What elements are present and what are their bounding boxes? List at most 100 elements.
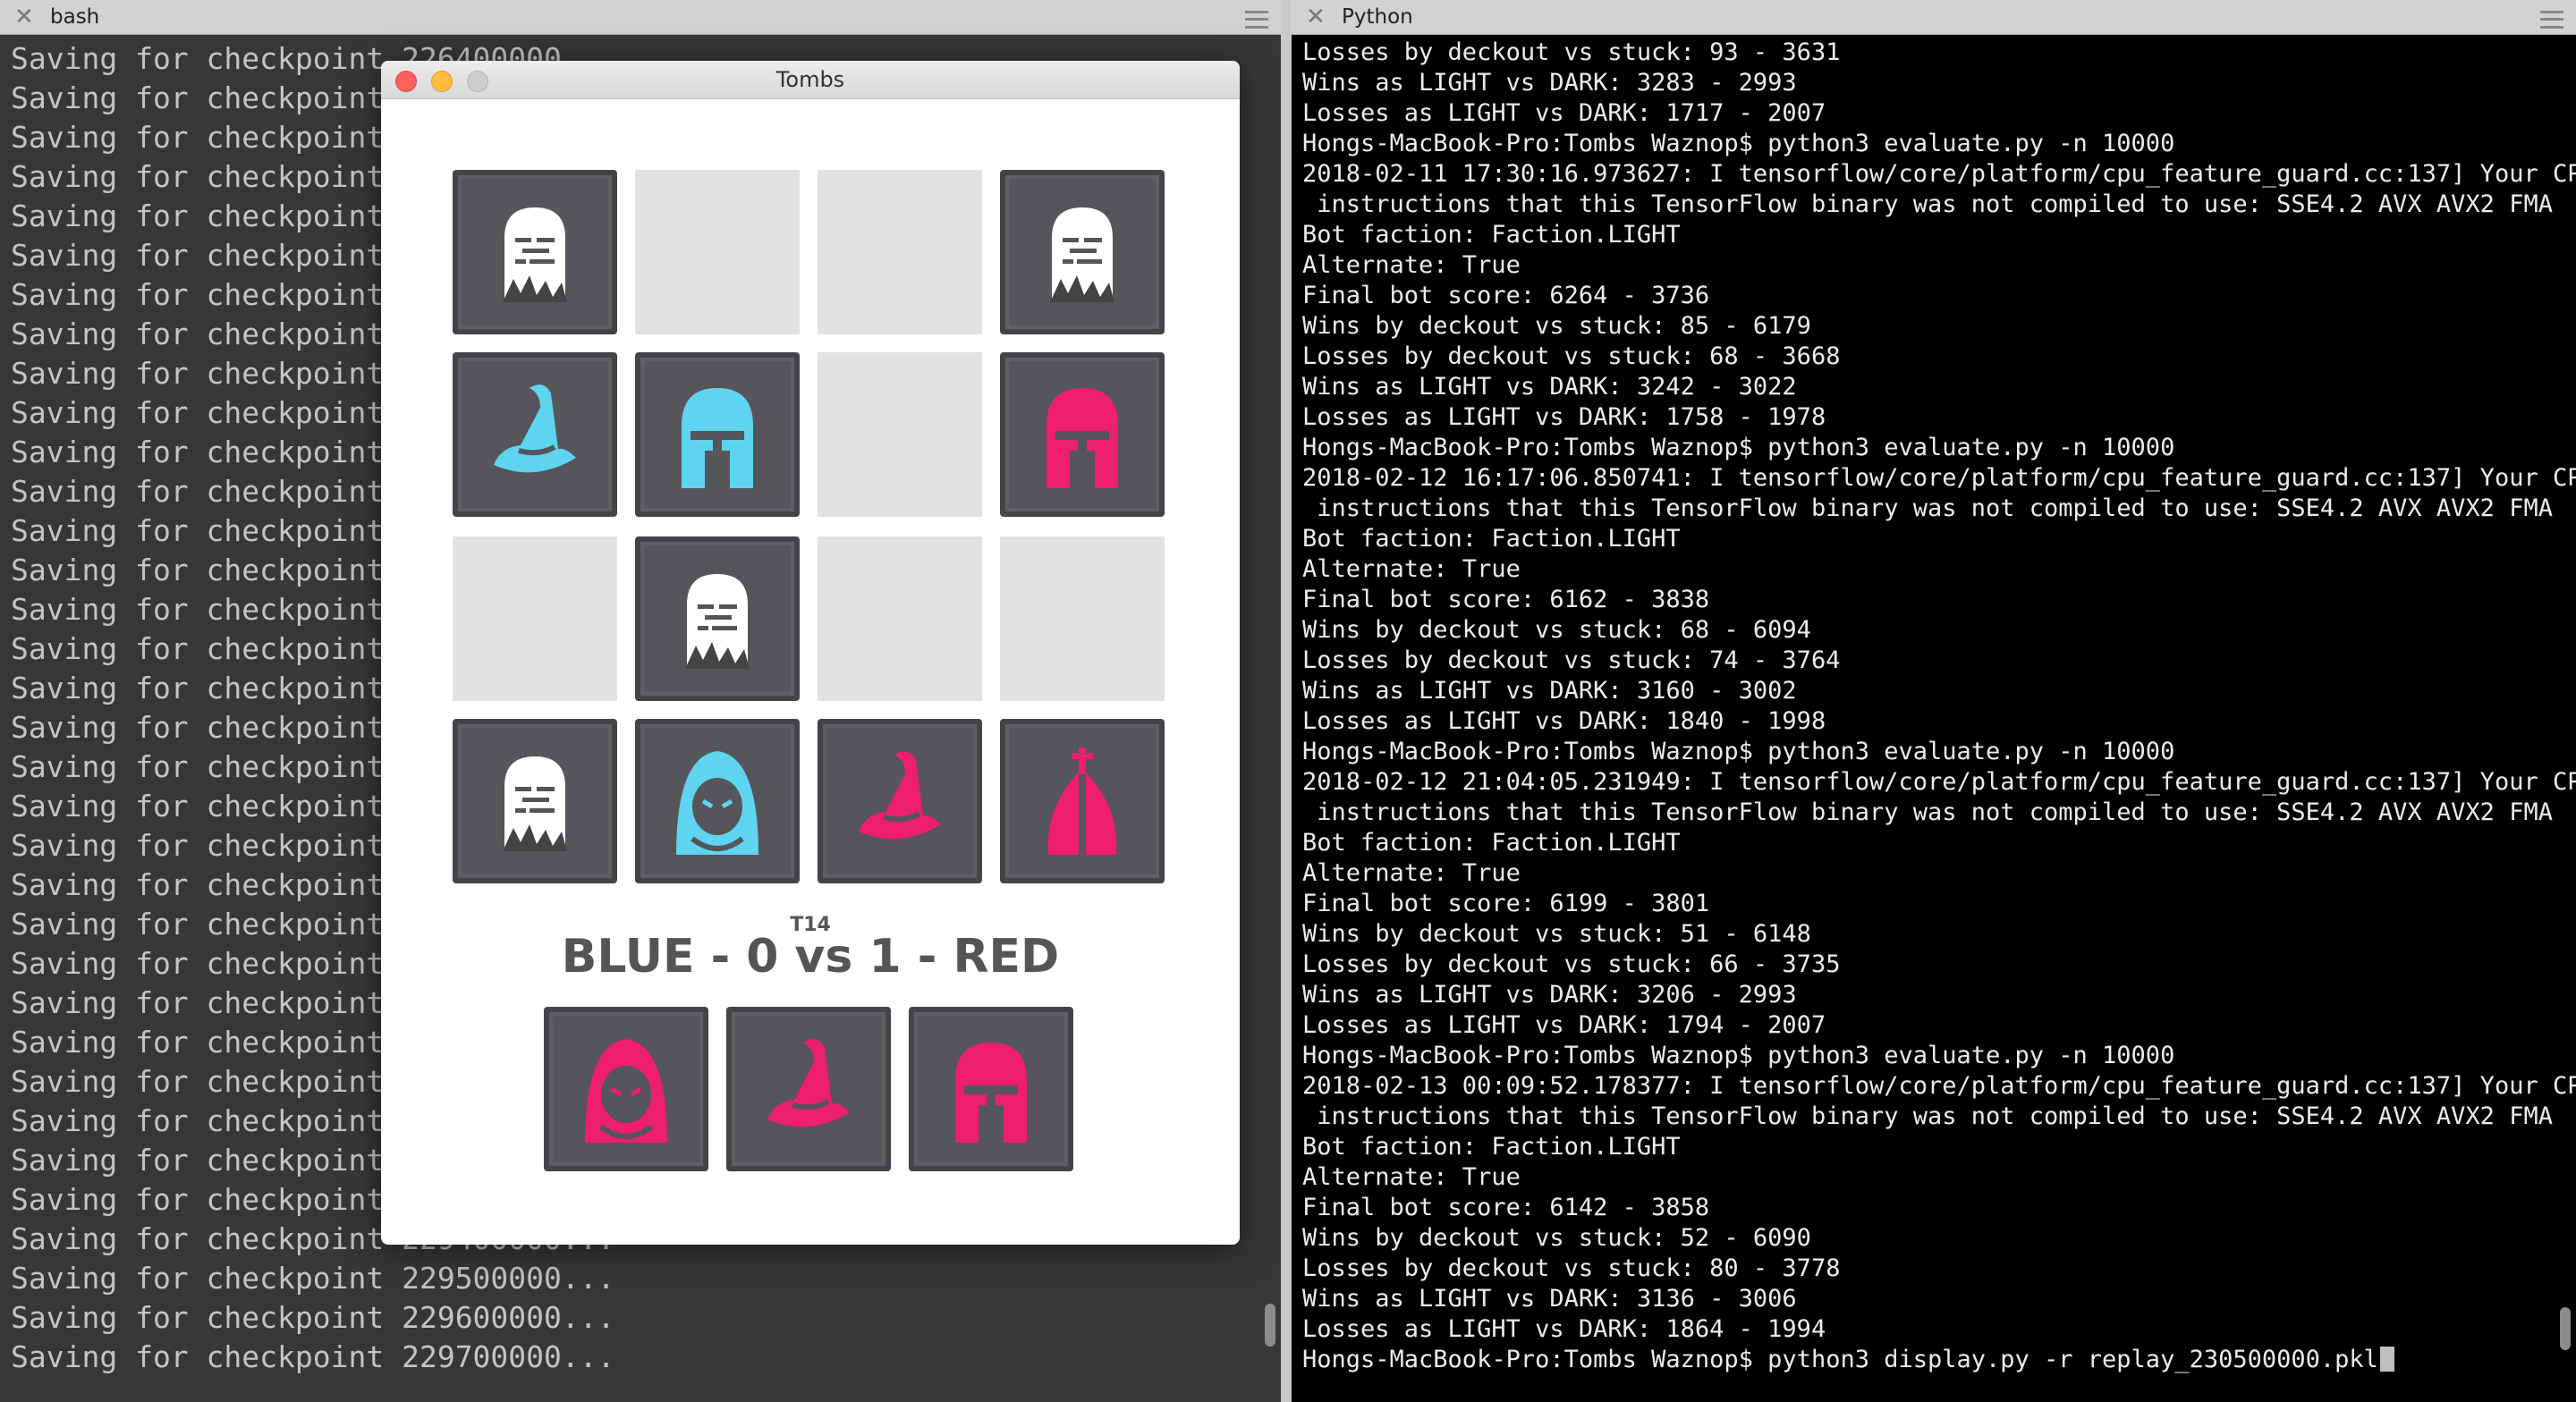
python-output-line: Losses by deckout vs stuck: 93 - 3631 [1302, 38, 1841, 66]
bash-output-line: Saving for checkpoint 229500000... [11, 1261, 615, 1296]
bash-tab-title[interactable]: bash [50, 0, 99, 34]
python-output-line: Bot faction: Faction.LIGHT [1302, 1133, 1681, 1161]
python-output-line: Wins by deckout vs stuck: 68 - 6094 [1302, 616, 1811, 644]
python-output-line: Alternate: True [1302, 1163, 1521, 1191]
board-cell-empty[interactable] [818, 170, 982, 334]
bash-scrollbar[interactable] [1265, 1304, 1275, 1347]
python-output-line: Wins as LIGHT vs DARK: 3136 - 3006 [1302, 1285, 1797, 1313]
zoom-window-button[interactable] [467, 71, 488, 92]
python-output-line: Final bot score: 6142 - 3858 [1302, 1194, 1710, 1221]
blue-wizard-hat-icon [494, 384, 576, 473]
close-window-button[interactable] [395, 71, 417, 92]
python-output-line: instructions that this TensorFlow binary… [1302, 494, 2553, 522]
board-cell-empty[interactable] [635, 170, 800, 334]
red-wizard-hat-icon [859, 751, 941, 840]
board-cell-empty[interactable] [818, 352, 982, 517]
python-output-line: 2018-02-11 17:30:16.973627: I tensorflow… [1302, 160, 2576, 188]
python-output-line: Alternate: True [1302, 251, 1521, 279]
python-output-line: Hongs-MacBook-Pro:Tombs Waznop$ python3 … [1302, 1042, 2175, 1069]
tombstone-icon [1050, 207, 1114, 302]
game-titlebar[interactable]: Tombs [381, 61, 1240, 99]
tombs-game-window[interactable]: Tombs T14 BLUE - 0 vs 1 - RED [381, 61, 1240, 1245]
board-cell-empty[interactable] [1000, 536, 1165, 701]
python-output-line: Wins by deckout vs stuck: 52 - 6090 [1302, 1224, 1811, 1252]
tombstone-icon [503, 756, 567, 851]
python-output-line: Losses as LIGHT vs DARK: 1717 - 2007 [1302, 99, 1826, 127]
python-output-line: Losses by deckout vs stuck: 80 - 3778 [1302, 1254, 1841, 1282]
python-output-line: Hongs-MacBook-Pro:Tombs Waznop$ python3 … [1302, 738, 2175, 765]
terminal-cursor [2379, 1347, 2394, 1372]
board-cell-piece[interactable] [1000, 719, 1165, 883]
bash-output-line: Saving for checkpoint 229600000... [11, 1300, 615, 1335]
python-output-line: Bot faction: Faction.LIGHT [1302, 525, 1681, 553]
python-output-line: Losses by deckout vs stuck: 66 - 3735 [1302, 950, 1841, 978]
python-output-line: Losses by deckout vs stuck: 68 - 3668 [1302, 342, 1841, 370]
python-output-line: instructions that this TensorFlow binary… [1302, 798, 2553, 826]
board-cell-piece[interactable] [1000, 170, 1165, 334]
python-output-line: Wins by deckout vs stuck: 85 - 6179 [1302, 312, 1811, 340]
tombstone-icon [503, 207, 567, 302]
hamburger-menu-icon[interactable] [1245, 11, 1268, 29]
blue-hood-icon [676, 751, 758, 855]
board-cell-piece[interactable] [635, 352, 800, 517]
python-output-line: Hongs-MacBook-Pro:Tombs Waznop$ python3 … [1302, 1345, 2576, 1375]
python-output-line: Losses as LIGHT vs DARK: 1758 - 1978 [1302, 403, 1826, 431]
tombstone-icon [685, 574, 750, 669]
board-cell-piece[interactable] [453, 352, 617, 517]
python-tab-bar: ✕ Python [1292, 0, 2576, 35]
python-output-line: Bot faction: Faction.LIGHT [1302, 221, 1681, 249]
python-output-line: Wins as LIGHT vs DARK: 3206 - 2993 [1302, 981, 1797, 1009]
hand-card[interactable] [909, 1007, 1073, 1171]
game-window-title: Tombs [775, 67, 845, 92]
python-output-line: Losses as LIGHT vs DARK: 1794 - 2007 [1302, 1011, 1826, 1039]
python-output-line: Wins as LIGHT vs DARK: 3242 - 3022 [1302, 373, 1797, 401]
red-mitre-icon [1047, 747, 1117, 855]
board-cell-piece[interactable] [635, 719, 800, 883]
python-scrollbar[interactable] [2560, 1307, 2571, 1350]
red-wizard-hat-icon [767, 1039, 850, 1128]
python-output-line: 2018-02-13 00:09:52.178377: I tensorflow… [1302, 1072, 2576, 1100]
python-output-line: Hongs-MacBook-Pro:Tombs Waznop$ python3 … [1302, 130, 2175, 157]
python-output-line: Losses as LIGHT vs DARK: 1840 - 1998 [1302, 707, 1826, 735]
minimize-window-button[interactable] [431, 71, 453, 92]
python-output-line: instructions that this TensorFlow binary… [1302, 1102, 2553, 1130]
board-cell-piece[interactable] [453, 170, 617, 334]
python-output-line: Wins as LIGHT vs DARK: 3283 - 2993 [1302, 69, 1797, 97]
board-cell-piece[interactable] [635, 536, 800, 701]
python-output-line: Hongs-MacBook-Pro:Tombs Waznop$ python3 … [1302, 434, 2175, 461]
score-label: BLUE - 0 vs 1 - RED [561, 930, 1060, 984]
python-output-line: instructions that this TensorFlow binary… [1302, 190, 2553, 218]
red-hood-icon [585, 1039, 667, 1143]
python-tab-title[interactable]: Python [1342, 0, 1413, 34]
python-output-line: Final bot score: 6162 - 3838 [1302, 586, 1710, 613]
python-output-line: 2018-02-12 21:04:05.231949: I tensorflow… [1302, 768, 2576, 796]
hand-card[interactable] [726, 1007, 891, 1171]
board-cell-empty[interactable] [453, 536, 617, 701]
python-output-line: Losses as LIGHT vs DARK: 1864 - 1994 [1302, 1315, 1826, 1343]
hand-card[interactable] [544, 1007, 708, 1171]
python-output-line: Final bot score: 6264 - 3736 [1302, 282, 1710, 309]
close-tab-icon[interactable]: ✕ [14, 2, 34, 32]
python-output-line: Losses by deckout vs stuck: 74 - 3764 [1302, 646, 1841, 674]
python-output-line: Alternate: True [1302, 555, 1521, 583]
close-tab-icon[interactable]: ✕ [1306, 2, 1326, 32]
pane-divider[interactable] [1281, 0, 1292, 1402]
python-output-line: Wins as LIGHT vs DARK: 3160 - 3002 [1302, 677, 1797, 705]
board-cell-piece[interactable] [1000, 352, 1165, 517]
board-cell-piece[interactable] [453, 719, 617, 883]
bash-tab-bar: ✕ bash [0, 0, 1281, 35]
python-terminal-pane[interactable]: ✕ Python Losses by deckout vs stuck: 93 … [1292, 0, 2576, 1402]
blue-helmet-icon [682, 388, 753, 488]
board-cell-empty[interactable] [818, 536, 982, 701]
python-output-line: Final bot score: 6199 - 3801 [1302, 890, 1710, 917]
red-helmet-icon [955, 1043, 1027, 1143]
bash-output-line: Saving for checkpoint 229700000... [11, 1339, 615, 1374]
board-cell-piece[interactable] [818, 719, 982, 883]
hamburger-menu-icon[interactable] [2540, 11, 2563, 29]
red-helmet-icon [1046, 388, 1118, 488]
python-output: Losses by deckout vs stuck: 93 - 3631 Win… [1302, 38, 2576, 1375]
python-output-line: Bot faction: Faction.LIGHT [1302, 829, 1681, 857]
python-output-line: Wins by deckout vs stuck: 51 - 6148 [1302, 920, 1811, 948]
python-output-line: Alternate: True [1302, 859, 1521, 887]
python-output-line: 2018-02-12 16:17:06.850741: I tensorflow… [1302, 464, 2576, 492]
